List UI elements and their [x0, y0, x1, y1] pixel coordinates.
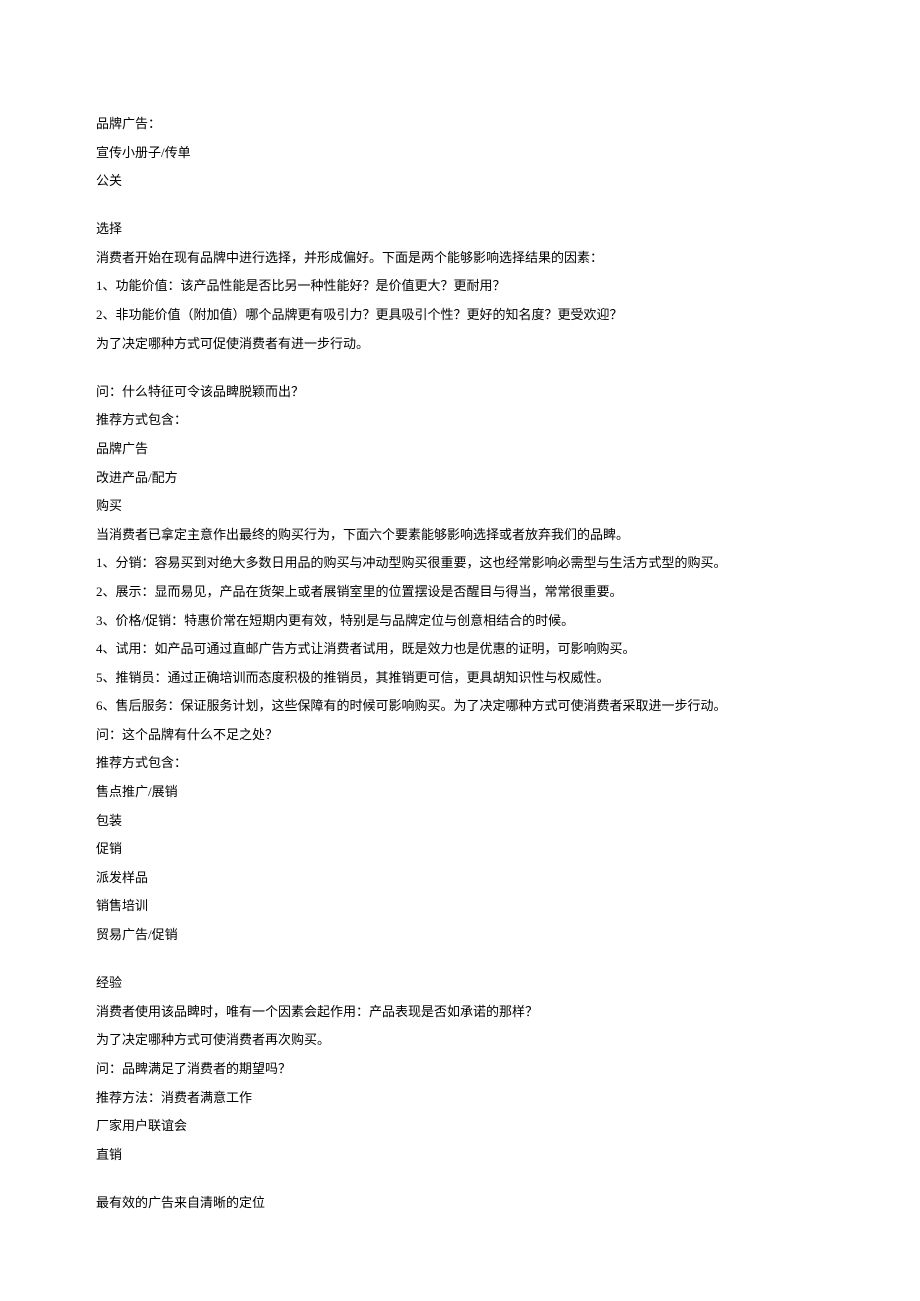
- text-line: 5、推销员：通过正确培训而态度积极的推销员，其推销更可信，更具胡知识性与权威性。: [70, 664, 850, 693]
- text-line: 6、售后服务：保证服务计划，这些保障有的时候可影响购买。为了决定哪种方式可使消费…: [70, 692, 850, 721]
- text-line: 问：什么特征可令该品睥脱颖而出？: [70, 378, 850, 407]
- text-line: 消费者使用该品睥时，唯有一个因素会起作用：产品表现是否如承诺的那样？: [70, 998, 850, 1027]
- text-line: 厂家用户联谊会: [70, 1112, 850, 1141]
- text-line: 4、试用：如产品可通过直邮广告方式让消费者试用，既是效力也是优惠的证明，可影响购…: [70, 635, 850, 664]
- text-line: 2、非功能价值（附加值）哪个品牌更有吸引力？更具吸引个性？更好的知名度？更受欢迎…: [70, 301, 850, 330]
- text-line: 问：这个品牌有什么不足之处？: [70, 721, 850, 750]
- text-line: 为了决定哪种方式可使消费者再次购买。: [70, 1026, 850, 1055]
- text-line: 销售培训: [70, 892, 850, 921]
- text-line: 推荐方式包含：: [70, 406, 850, 435]
- text-line: 公关: [70, 167, 850, 196]
- text-line: 3、价格/促销：特惠价常在短期内更有效，特别是与品牌定位与创意相结合的时候。: [70, 607, 850, 636]
- text-line: 为了决定哪种方式可促使消费者有进一步行动。: [70, 330, 850, 359]
- document-body: 品牌广告： 宣传小册子/传单 公关 选择 消费者开始在现有品牌中进行选择，并形成…: [70, 110, 850, 1217]
- text-line: 经验: [70, 969, 850, 998]
- text-line: 选择: [70, 215, 850, 244]
- text-line: 最有效的广告来自清晰的定位: [70, 1189, 850, 1218]
- text-line: 包装: [70, 807, 850, 836]
- text-line: 品牌广告: [70, 435, 850, 464]
- text-line: 消费者开始在现有品牌中进行选择，并形成偏好。下面是两个能够影响选择结果的因素：: [70, 244, 850, 273]
- blank-line: [70, 1169, 850, 1189]
- blank-line: [70, 196, 850, 216]
- text-line: 宣传小册子/传单: [70, 139, 850, 168]
- blank-line: [70, 358, 850, 378]
- text-line: 品牌广告：: [70, 110, 850, 139]
- text-line: 1、分销：容易买到对绝大多数日用品的购买与冲动型购买很重要，这也经常影响必需型与…: [70, 549, 850, 578]
- text-line: 推荐方式包含：: [70, 749, 850, 778]
- text-line: 售点推广/展销: [70, 778, 850, 807]
- text-line: 派发样品: [70, 864, 850, 893]
- text-line: 当消费者已拿定主意作出最终的购买行为，下面六个要素能够影响选择或者放弃我们的品睥…: [70, 521, 850, 550]
- blank-line: [70, 950, 850, 970]
- text-line: 购买: [70, 492, 850, 521]
- text-line: 问：品睥满足了消费者的期望吗？: [70, 1055, 850, 1084]
- text-line: 直销: [70, 1141, 850, 1170]
- text-line: 改进产品/配方: [70, 464, 850, 493]
- text-line: 推荐方法：消费者满意工作: [70, 1084, 850, 1113]
- text-line: 1、功能价值：该产品性能是否比另一种性能好？是价值更大？更耐用？: [70, 272, 850, 301]
- text-line: 促销: [70, 835, 850, 864]
- text-line: 2、展示：显而易见，产品在货架上或者展销室里的位置摆设是否醒目与得当，常常很重要…: [70, 578, 850, 607]
- text-line: 贸易广告/促销: [70, 921, 850, 950]
